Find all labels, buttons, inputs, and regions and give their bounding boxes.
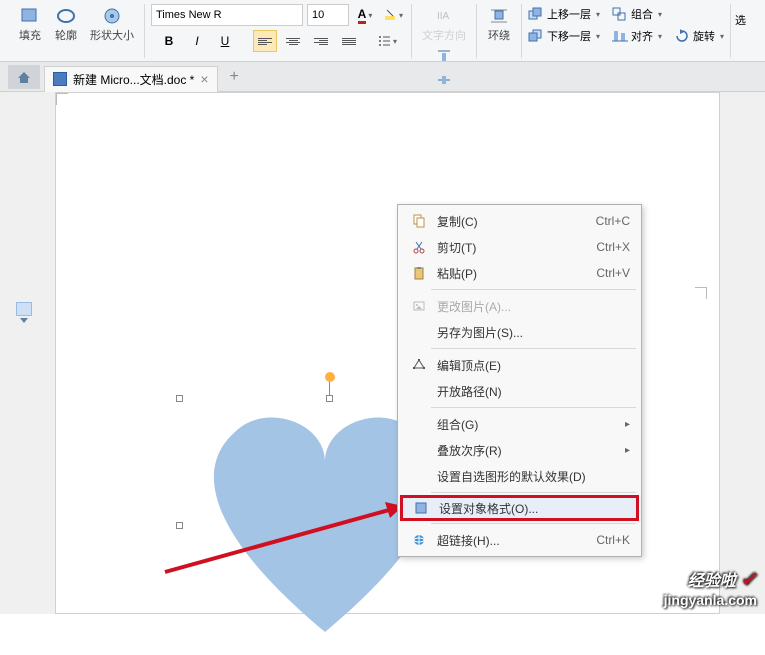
menu-save-as-image[interactable]: 另存为图片(S)...	[401, 319, 638, 345]
doc-tab-label: 新建 Micro...文档.doc *	[73, 71, 194, 88]
home-icon	[16, 70, 32, 84]
svg-text:IIA: IIA	[437, 11, 450, 22]
align-icon	[612, 29, 628, 43]
submenu-arrow-icon: ▸	[625, 419, 630, 430]
selection-handle-tl[interactable]	[176, 395, 183, 402]
tab-close-button[interactable]: ×	[200, 71, 208, 87]
menu-copy[interactable]: 复制(C) Ctrl+C	[401, 208, 638, 234]
text-direction-icon: IIA	[432, 6, 456, 26]
bring-forward-button[interactable]: 上移一层▾	[528, 6, 600, 22]
tab-bar: 新建 Micro...文档.doc * × +	[0, 62, 765, 92]
fill-label: 填充	[19, 27, 41, 43]
send-backward-icon	[528, 29, 544, 43]
outline-label: 轮廓	[55, 27, 77, 43]
menu-open-path[interactable]: 开放路径(N)	[401, 378, 638, 404]
wrap-icon	[487, 6, 511, 26]
text-direction-label: 文字方向	[422, 27, 466, 43]
cut-icon	[409, 237, 429, 257]
doc-icon	[53, 72, 67, 86]
bold-button[interactable]: B	[157, 30, 181, 52]
document-tab[interactable]: 新建 Micro...文档.doc * ×	[44, 66, 218, 92]
paste-icon	[409, 263, 429, 283]
fill-button[interactable]: 填充	[14, 4, 46, 45]
group-icon	[612, 7, 628, 21]
sidebar-indicator[interactable]	[16, 302, 32, 324]
send-backward-button[interactable]: 下移一层▾	[528, 28, 600, 44]
select-button[interactable]: 选	[731, 4, 750, 36]
image-icon	[409, 296, 429, 316]
wrap-button[interactable]: 环绕	[483, 4, 515, 45]
align-left-button[interactable]	[253, 30, 277, 52]
outline-button[interactable]: 轮廓	[50, 4, 82, 45]
bullet-list-button[interactable]: ▾	[375, 30, 399, 52]
selection-handle-ml[interactable]	[176, 522, 183, 529]
menu-hyperlink[interactable]: 超链接(H)... Ctrl+K	[401, 527, 638, 553]
menu-edit-vertex[interactable]: 编辑顶点(E)	[401, 352, 638, 378]
copy-icon	[409, 211, 429, 231]
text-direction-button: IIA 文字方向	[418, 4, 470, 45]
add-tab-button[interactable]: +	[230, 68, 239, 86]
menu-format-object[interactable]: 设置对象格式(O)...	[400, 495, 639, 521]
submenu-arrow-icon: ▸	[625, 445, 630, 456]
watermark: 经验啦 ✓ jingyanla.com	[664, 567, 757, 608]
ribbon-toolbar: 填充 轮廓 形状大小 A▾ ▾ B I U	[0, 0, 765, 62]
align-top-button[interactable]	[432, 45, 456, 67]
underline-button[interactable]: U	[213, 30, 237, 52]
rotate-icon	[674, 29, 690, 43]
home-tab-button[interactable]	[8, 65, 40, 89]
format-icon	[411, 498, 431, 518]
rotation-handle[interactable]	[325, 372, 335, 382]
menu-zorder[interactable]: 叠放次序(R) ▸	[401, 437, 638, 463]
fill-icon	[18, 6, 42, 26]
shape-size-label: 形状大小	[90, 27, 134, 43]
rotate-button[interactable]: 旋转▾	[674, 28, 724, 44]
align-ribbon-button[interactable]: 对齐▾	[612, 28, 662, 44]
outline-icon	[54, 6, 78, 26]
align-center-button[interactable]	[281, 30, 305, 52]
check-icon: ✓	[740, 569, 757, 591]
shape-size-icon	[100, 6, 124, 26]
menu-set-default[interactable]: 设置自选图形的默认效果(D)	[401, 463, 638, 489]
align-middle-button[interactable]	[432, 69, 456, 91]
highlight-button[interactable]: ▾	[381, 4, 405, 26]
bring-forward-icon	[528, 7, 544, 21]
menu-change-image: 更改图片(A)...	[401, 293, 638, 319]
italic-button[interactable]: I	[185, 30, 209, 52]
canvas-area: 复制(C) Ctrl+C 剪切(T) Ctrl+X 粘贴(P) Ctrl+V 更…	[0, 92, 765, 614]
selection-handle-tc[interactable]	[326, 395, 333, 402]
font-size-select[interactable]	[307, 4, 349, 26]
font-color-button[interactable]: A▾	[353, 4, 377, 26]
justify-button[interactable]	[337, 30, 361, 52]
align-right-button[interactable]	[309, 30, 333, 52]
group-ribbon-button[interactable]: 组合▾	[612, 6, 662, 22]
wrap-label: 环绕	[488, 27, 510, 43]
shape-size-button[interactable]: 形状大小	[86, 4, 138, 45]
menu-paste[interactable]: 粘贴(P) Ctrl+V	[401, 260, 638, 286]
menu-cut[interactable]: 剪切(T) Ctrl+X	[401, 234, 638, 260]
font-name-select[interactable]	[151, 4, 303, 26]
menu-group[interactable]: 组合(G) ▸	[401, 411, 638, 437]
context-menu: 复制(C) Ctrl+C 剪切(T) Ctrl+X 粘贴(P) Ctrl+V 更…	[397, 204, 642, 557]
link-icon	[409, 530, 429, 550]
vertex-icon	[409, 355, 429, 375]
